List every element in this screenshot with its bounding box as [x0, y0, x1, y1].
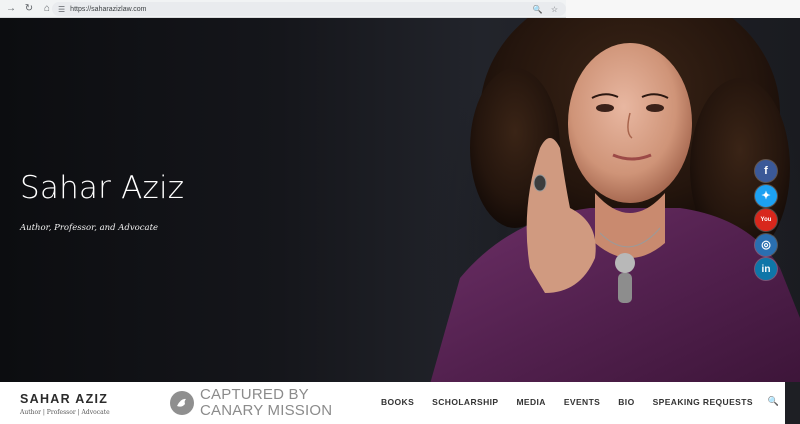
browser-toolbar: → ↻ ⌂ ☰ https://saharazizlaw.com 🔍 ☆ [0, 0, 800, 18]
linkedin-icon[interactable]: in [755, 258, 777, 280]
social-links: f ✦ You ◎ in [755, 160, 777, 283]
nav-media[interactable]: MEDIA [516, 397, 545, 407]
extensions-area [566, 0, 800, 18]
search-icon[interactable]: 🔍 [768, 396, 779, 407]
instagram-icon[interactable]: ◎ [755, 233, 777, 256]
zoom-icon[interactable]: 🔍 [533, 5, 543, 14]
hero-banner: Sahar Aziz Author, Professor, and Advoca… [0, 18, 800, 384]
badge-line-2: CANARY MISSION [200, 402, 333, 419]
reload-icon[interactable]: ↻ [21, 1, 37, 17]
portrait-photo [430, 18, 800, 384]
site-settings-icon[interactable]: ☰ [58, 5, 65, 14]
site-tagline: Author | Professor | Advocate [20, 409, 110, 416]
bookmark-star-icon[interactable]: ☆ [551, 5, 558, 14]
nav-bio[interactable]: BIO [618, 397, 634, 407]
captured-badge-text: CAPTURED BY CANARY MISSION [200, 387, 332, 419]
back-icon[interactable]: → [3, 1, 19, 17]
youtube-icon[interactable]: You [755, 209, 777, 231]
url-text[interactable]: https://saharazizlaw.com [70, 6, 146, 13]
nav-speaking-requests[interactable]: SPEAKING REQUESTS [653, 397, 753, 407]
hero-subtitle: Author, Professor, and Advocate [20, 223, 159, 233]
bird-badge-icon [170, 391, 194, 415]
hero-edge-strip [785, 382, 800, 424]
hero-title: Sahar Aziz [20, 170, 185, 206]
nav-events[interactable]: EVENTS [564, 397, 600, 407]
nav-scholarship[interactable]: SCHOLARSHIP [432, 397, 498, 407]
badge-line-1: CAPTURED BY [200, 386, 309, 403]
facebook-icon[interactable]: f [755, 160, 777, 182]
main-nav: BOOKS SCHOLARSHIP MEDIA EVENTS BIO SPEAK… [381, 396, 779, 407]
nav-books[interactable]: BOOKS [381, 397, 414, 407]
address-bar[interactable]: ☰ https://saharazizlaw.com 🔍 ☆ [52, 2, 566, 16]
twitter-icon[interactable]: ✦ [755, 184, 777, 207]
site-logo-name[interactable]: SAHAR AZIZ [20, 392, 108, 406]
